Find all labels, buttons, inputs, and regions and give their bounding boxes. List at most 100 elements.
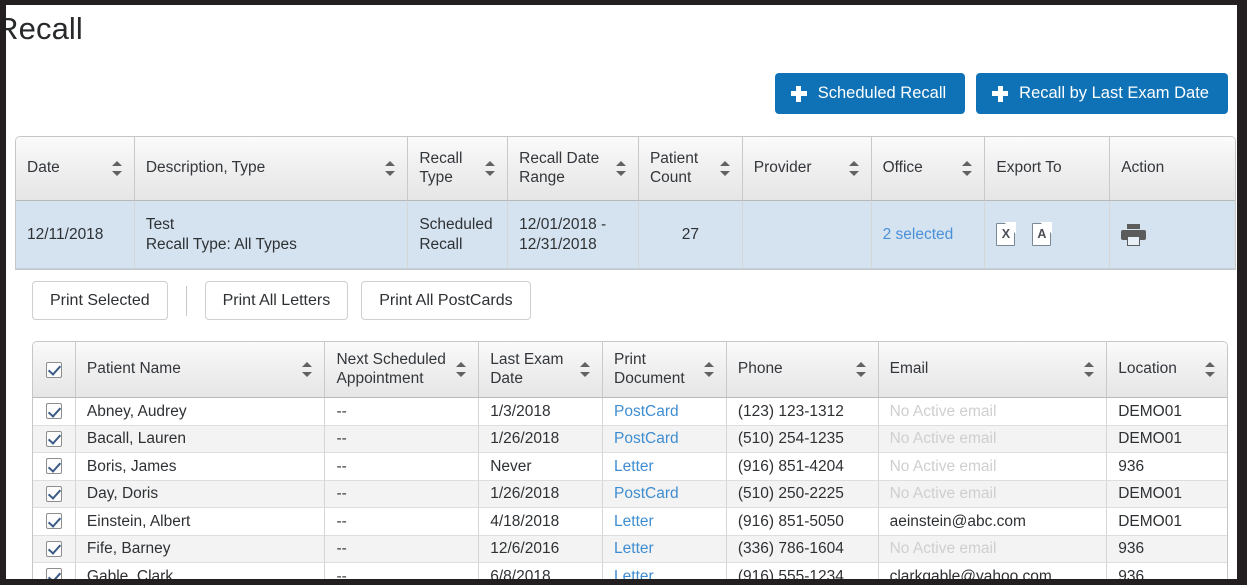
column-header-patient-name[interactable]: Patient Name — [75, 342, 326, 398]
table-row[interactable]: Abney, Audrey -- 1/3/2018 PostCard (123) 123… — [33, 398, 1227, 426]
sort-icon[interactable] — [1084, 361, 1095, 378]
column-header-date[interactable]: Date — [16, 137, 135, 201]
cell-row-select[interactable] — [33, 508, 76, 536]
print-button-bar: Print Selected Print All Letters Print A… — [32, 281, 531, 320]
print-all-postcards-button[interactable]: Print All PostCards — [361, 281, 531, 320]
cell-patient-name-text: Abney, Audrey — [86, 402, 187, 420]
cell-email: No Active email — [878, 398, 1108, 426]
cell-location: 936 — [1107, 563, 1227, 579]
sort-icon[interactable] — [703, 361, 715, 378]
cell-row-select[interactable] — [33, 535, 76, 563]
print-selected-button[interactable]: Print Selected — [32, 281, 168, 320]
column-header-email[interactable]: Email — [878, 342, 1108, 398]
column-header-phone[interactable]: Phone — [726, 342, 879, 398]
scheduled-recall-button[interactable]: Scheduled Recall — [774, 73, 966, 114]
sort-icon[interactable] — [962, 160, 973, 177]
row-checkbox[interactable] — [45, 485, 62, 502]
sort-icon[interactable] — [385, 160, 396, 177]
cell-location: DEMO01 — [1107, 425, 1227, 453]
table-row[interactable]: Day, Doris -- 1/26/2018 PostCard (510) 250-2… — [33, 480, 1227, 508]
cell-print-document[interactable]: PostCard — [603, 398, 727, 426]
sort-icon[interactable] — [1205, 361, 1216, 378]
row-checkbox[interactable] — [45, 403, 62, 420]
sort-icon[interactable] — [719, 160, 731, 177]
cell-patient-name-text: Fife, Barney — [86, 540, 171, 558]
column-header-description-type[interactable]: Description, Type — [134, 137, 409, 201]
row-checkbox[interactable] — [45, 513, 62, 530]
cell-print-document[interactable]: Letter — [603, 508, 727, 536]
patient-table: Patient Name Next Scheduled Appointment … — [32, 341, 1228, 579]
column-header-location[interactable]: Location — [1107, 342, 1227, 398]
cell-next-scheduled-appointment-text: -- — [336, 567, 347, 579]
row-checkbox[interactable] — [45, 540, 62, 557]
table-row[interactable]: Fife, Barney -- 12/6/2016 Letter (336) 786-1… — [33, 535, 1227, 563]
column-header-last-exam-date[interactable]: Last Exam Date — [479, 342, 604, 398]
column-header-provider[interactable]: Provider — [742, 137, 872, 201]
column-header-next-scheduled-appointment[interactable]: Next Scheduled Appointment — [325, 342, 480, 398]
cell-phone-text: (336) 786-1604 — [737, 540, 844, 558]
cell-email-text: No Active email — [889, 485, 997, 503]
cell-office[interactable]: 2 selected — [871, 201, 986, 269]
table-row[interactable]: Bacall, Lauren -- 1/26/2018 PostCard (510) 2… — [33, 425, 1227, 453]
row-checkbox[interactable] — [45, 568, 62, 579]
sort-icon[interactable] — [580, 361, 591, 378]
cell-location-text: DEMO01 — [1118, 402, 1182, 420]
row-checkbox[interactable] — [45, 458, 62, 475]
cell-print-document[interactable]: PostCard — [603, 480, 727, 508]
column-header-patient-count[interactable]: Patient Count — [638, 137, 743, 201]
sort-icon[interactable] — [302, 361, 313, 378]
pdf-export-icon[interactable]: A — [1032, 222, 1052, 246]
printer-icon[interactable] — [1121, 223, 1147, 246]
cell-email-text: No Active email — [889, 540, 997, 558]
cell-email-text: No Active email — [889, 430, 997, 448]
table-row[interactable]: Gable, Clark -- 6/8/2018 Letter (916) 555-12… — [33, 563, 1227, 579]
cell-print-document[interactable]: Letter — [603, 535, 727, 563]
cell-phone: (336) 786-1604 — [726, 535, 879, 563]
cell-print-document[interactable]: Letter — [603, 563, 727, 579]
sort-icon[interactable] — [456, 361, 467, 378]
cell-print-document-text[interactable]: Letter — [614, 567, 654, 579]
cell-row-select[interactable] — [33, 425, 76, 453]
cell-row-select[interactable] — [33, 563, 76, 579]
cell-phone: (916) 851-4204 — [726, 453, 879, 481]
recall-by-last-exam-date-button[interactable]: Recall by Last Exam Date — [976, 73, 1228, 114]
column-header-office[interactable]: Office — [871, 137, 986, 201]
cell-patient-name-text: Gable, Clark — [86, 567, 174, 579]
sort-icon[interactable] — [485, 160, 496, 177]
cell-print-document-text[interactable]: Letter — [614, 512, 654, 531]
cell-print-document[interactable]: PostCard — [603, 425, 727, 453]
row-checkbox[interactable] — [45, 430, 62, 447]
cell-next-scheduled-appointment: -- — [325, 563, 480, 579]
cell-print-document[interactable]: Letter — [603, 453, 727, 481]
sort-icon[interactable] — [855, 361, 867, 378]
cell-location: DEMO01 — [1107, 398, 1227, 426]
cell-print-document-text[interactable]: PostCard — [614, 402, 679, 421]
table-row[interactable]: Einstein, Albert -- 4/18/2018 Letter (916) 8… — [33, 508, 1227, 536]
cell-print-document-text[interactable]: Letter — [614, 539, 654, 558]
office-selected-link[interactable]: 2 selected — [883, 225, 954, 244]
cell-row-select[interactable] — [33, 453, 76, 481]
table-row[interactable]: 12/11/2018 Test Recall Type: All Types S… — [16, 201, 1235, 269]
excel-export-icon[interactable]: X — [996, 222, 1016, 246]
cell-email: clarkgable@yahoo.com — [879, 563, 1108, 579]
cell-row-select[interactable] — [33, 398, 76, 426]
cell-patient-name: Boris, James — [75, 453, 326, 481]
table-row[interactable]: Boris, James -- Never Letter (916) 851-4204 N… — [33, 453, 1227, 481]
cell-provider — [742, 201, 872, 269]
cell-print-document-text[interactable]: Letter — [614, 457, 654, 476]
column-header-select-all[interactable] — [33, 342, 76, 398]
cell-print-document-text[interactable]: PostCard — [614, 484, 679, 503]
cell-row-select[interactable] — [33, 480, 76, 508]
select-all-checkbox[interactable] — [45, 361, 62, 378]
column-header-recall-date-range[interactable]: Recall Date Range — [508, 137, 639, 201]
column-header-print-document[interactable]: Print Document — [603, 342, 727, 398]
column-header-recall-type[interactable]: Recall Type — [408, 137, 509, 201]
cell-email: No Active email — [878, 425, 1108, 453]
sort-icon[interactable] — [111, 160, 123, 177]
print-all-letters-button[interactable]: Print All Letters — [204, 281, 349, 320]
recall-summary-table: Date Description, Type Recall Type Recal… — [15, 136, 1236, 270]
cell-location-text: DEMO01 — [1118, 485, 1182, 503]
cell-print-document-text[interactable]: PostCard — [614, 429, 679, 448]
sort-icon[interactable] — [615, 160, 627, 177]
sort-icon[interactable] — [848, 160, 860, 177]
